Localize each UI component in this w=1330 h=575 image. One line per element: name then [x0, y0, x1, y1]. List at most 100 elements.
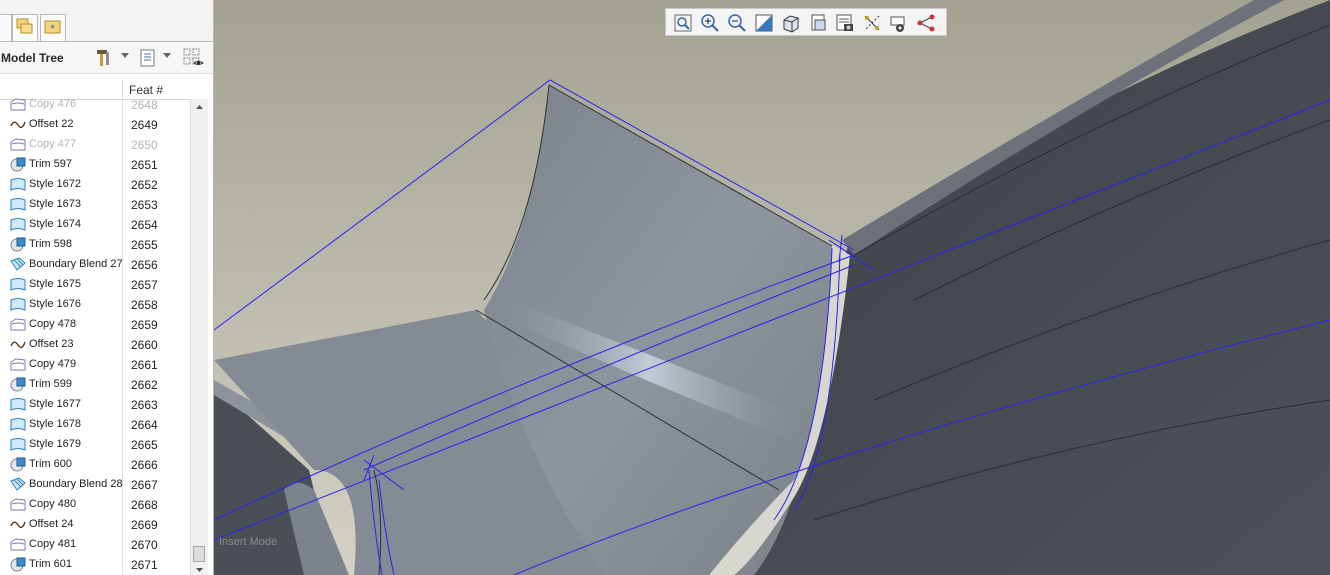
- tree-row[interactable]: Copy 477 2650: [0, 135, 190, 155]
- tree-row[interactable]: Copy 480 2668: [0, 495, 190, 515]
- feature-number: 2653: [131, 198, 158, 212]
- feature-number: 2670: [131, 538, 158, 552]
- annotation-display-icon: [890, 16, 905, 32]
- tree-row[interactable]: Style 1676 2658: [0, 295, 190, 315]
- scroll-down-icon: [196, 568, 203, 572]
- feature-name: Copy 478: [29, 318, 77, 330]
- show-button[interactable]: [137, 47, 159, 69]
- display-style-button[interactable]: [780, 12, 802, 34]
- tree-row[interactable]: Style 1673 2653: [0, 195, 190, 215]
- tree-row[interactable]: Offset 23 2660: [0, 335, 190, 355]
- feature-name: Offset 22: [29, 118, 74, 130]
- repaint-button[interactable]: [753, 12, 775, 34]
- trim-icon: [10, 457, 26, 472]
- tree-row[interactable]: Copy 476 2648: [0, 97, 190, 115]
- copy-icon: [10, 317, 26, 332]
- view-manager-icon: [836, 14, 853, 31]
- offset-icon: [10, 337, 26, 352]
- view-manager-button[interactable]: [834, 12, 856, 34]
- tree-filter-button[interactable]: [182, 47, 206, 69]
- feature-name: Offset 23: [29, 338, 74, 350]
- display-style-icon: [783, 15, 799, 33]
- feature-name: Copy 479: [29, 358, 77, 370]
- boundary-blend-icon: [10, 477, 26, 492]
- trim-icon: [10, 237, 26, 252]
- feature-name: Copy 480: [29, 498, 77, 510]
- tree-row[interactable]: Style 1679 2665: [0, 435, 190, 455]
- refit-button[interactable]: [672, 12, 694, 34]
- tree-row[interactable]: Style 1675 2657: [0, 275, 190, 295]
- offset-icon: [10, 517, 26, 532]
- feature-name: Style 1676: [29, 298, 81, 310]
- boundary-blend-icon: [10, 257, 26, 272]
- status-mode-text: Insert Mode: [219, 536, 278, 548]
- annotation-display-button[interactable]: [888, 12, 910, 34]
- style-icon: [10, 417, 26, 432]
- spin-center-icon: [917, 14, 935, 32]
- model-tree-scrollbar[interactable]: [190, 99, 208, 575]
- view-toolbar: [665, 8, 947, 36]
- feature-number: 2656: [131, 258, 158, 272]
- tree-row[interactable]: Trim 600 2666: [0, 455, 190, 475]
- feat-number-column-header[interactable]: Feat #: [129, 83, 163, 97]
- feature-name: Copy 476: [29, 98, 77, 110]
- refit-icon: [674, 14, 692, 32]
- tree-row[interactable]: Offset 24 2669: [0, 515, 190, 535]
- tree-row[interactable]: Style 1674 2654: [0, 215, 190, 235]
- zoom-in-button[interactable]: [699, 12, 721, 34]
- tree-row[interactable]: Trim 599 2662: [0, 375, 190, 395]
- model-render: [214, 0, 1330, 575]
- feature-number: 2662: [131, 378, 158, 392]
- feature-number: 2666: [131, 458, 158, 472]
- scroll-up-icon: [196, 105, 203, 109]
- settings-dropdown-arrow[interactable]: [121, 53, 129, 58]
- svg-text:*: *: [50, 24, 55, 34]
- saved-views-button[interactable]: [807, 12, 829, 34]
- scroll-up-button[interactable]: [191, 99, 208, 114]
- tree-row[interactable]: Boundary Blend 27 2656: [0, 255, 190, 275]
- tree-row[interactable]: Offset 22 2649: [0, 115, 190, 135]
- copy-icon: [10, 137, 26, 152]
- tree-row[interactable]: Copy 478 2659: [0, 315, 190, 335]
- feature-name: Style 1677: [29, 398, 81, 410]
- feature-name: Copy 477: [29, 138, 77, 150]
- tree-row[interactable]: Copy 479 2661: [0, 355, 190, 375]
- feature-number: 2654: [131, 218, 158, 232]
- tab-folder-browser[interactable]: [12, 14, 38, 41]
- tree-row[interactable]: Boundary Blend 28 2667: [0, 475, 190, 495]
- show-dropdown-arrow[interactable]: [163, 53, 171, 58]
- trim-icon: [10, 157, 26, 172]
- list-icon: [140, 49, 155, 67]
- tree-row[interactable]: Copy 481 2670: [0, 535, 190, 555]
- scroll-down-button[interactable]: [191, 562, 208, 575]
- copy-icon: [10, 97, 26, 112]
- spin-center-button[interactable]: [915, 12, 937, 34]
- feature-name: Boundary Blend 27: [29, 258, 123, 270]
- feature-number: 2650: [131, 138, 158, 152]
- tab-model-tree[interactable]: [0, 14, 12, 41]
- datum-display-button[interactable]: [861, 12, 883, 34]
- folder-browser-icon: [16, 18, 33, 34]
- model-tree-title: Model Tree: [1, 51, 64, 65]
- repaint-icon: [755, 14, 773, 32]
- tree-row[interactable]: Style 1672 2652: [0, 175, 190, 195]
- saved-views-icon: [811, 14, 826, 31]
- zoom-out-icon: [728, 14, 746, 32]
- tree-filter-icon: [183, 48, 204, 65]
- tree-row[interactable]: Style 1678 2664: [0, 415, 190, 435]
- scrollbar-thumb[interactable]: [193, 546, 205, 562]
- feature-name: Style 1673: [29, 198, 81, 210]
- copy-icon: [10, 497, 26, 512]
- feature-number: 2660: [131, 338, 158, 352]
- settings-button[interactable]: [93, 47, 115, 69]
- tree-row[interactable]: Trim 597 2651: [0, 155, 190, 175]
- tree-row[interactable]: Trim 598 2655: [0, 235, 190, 255]
- tree-row[interactable]: Style 1677 2663: [0, 395, 190, 415]
- navigator-panel: * Model Tree Feat # Copy 476 2648 Offset…: [0, 0, 214, 575]
- style-icon: [10, 197, 26, 212]
- zoom-out-button[interactable]: [726, 12, 748, 34]
- graphics-viewport[interactable]: Insert Mode: [214, 0, 1330, 575]
- tab-favorites[interactable]: *: [40, 14, 66, 41]
- feature-number: 2663: [131, 398, 158, 412]
- tree-row[interactable]: Trim 601 2671: [0, 555, 190, 575]
